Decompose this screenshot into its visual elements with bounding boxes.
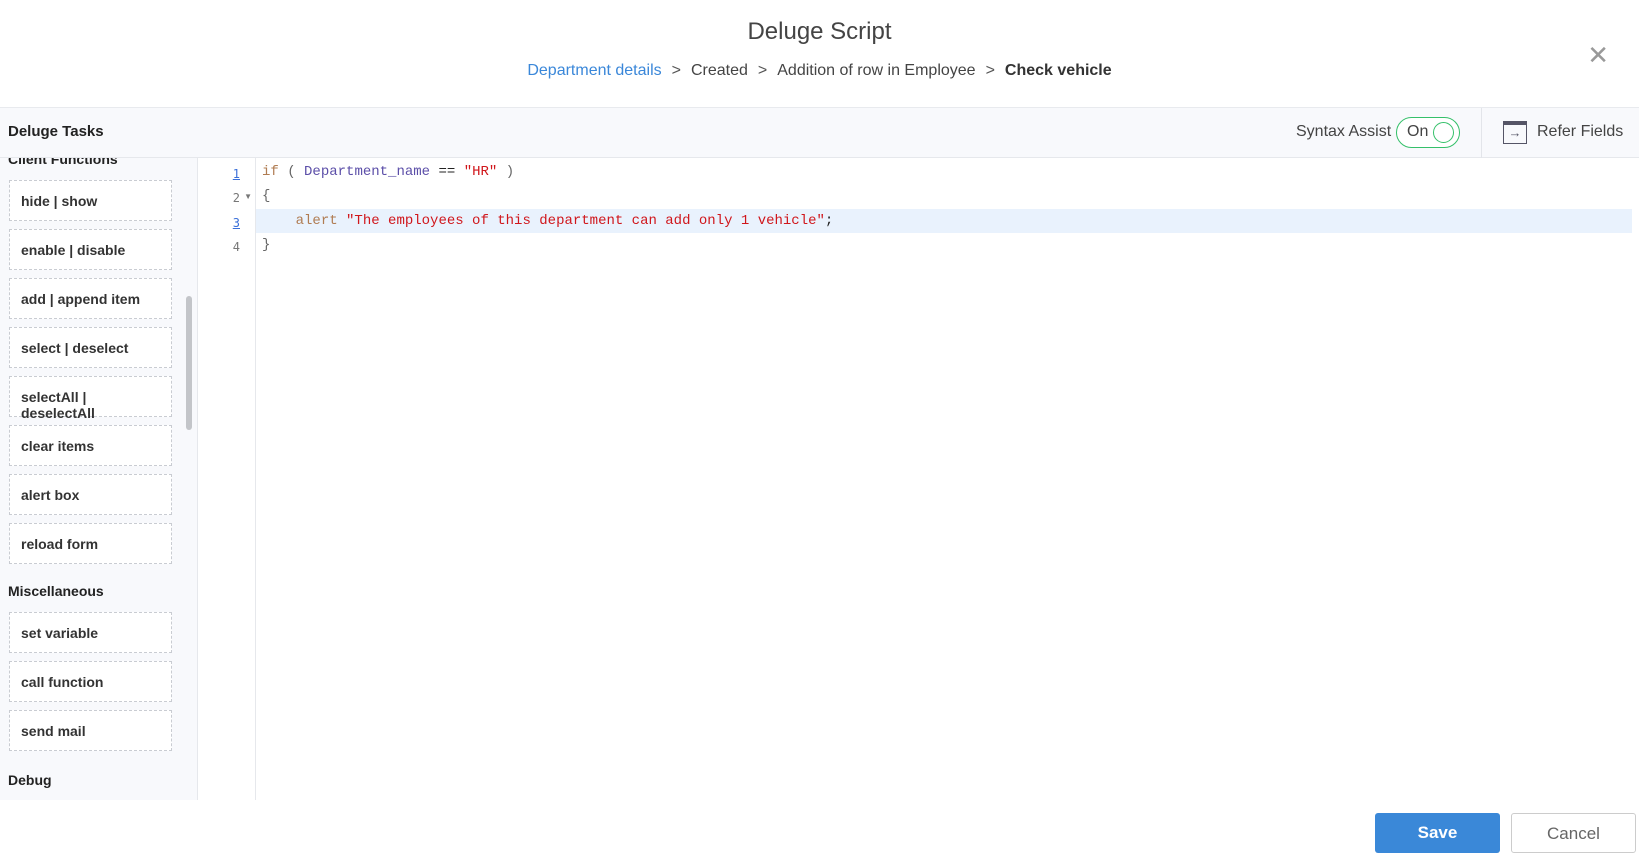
refer-fields-icon: → — [1503, 120, 1527, 144]
task-reload-form[interactable]: reload form — [9, 523, 172, 564]
keyword: alert — [295, 213, 338, 229]
breadcrumb: Department details > Created > Addition of r… — [0, 62, 1639, 80]
operator: == — [438, 164, 456, 180]
save-button[interactable]: Save — [1375, 813, 1500, 853]
code-line[interactable]: { — [256, 184, 1632, 208]
code-line[interactable]: if ( Department_name == "HR" ) — [256, 160, 1632, 184]
task-set-variable[interactable]: set variable — [9, 612, 172, 653]
brace: { — [262, 188, 271, 204]
toggle-state: On — [1407, 123, 1429, 140]
chevron-right-icon: > — [985, 62, 995, 79]
fold-arrow-icon[interactable]: ▼ — [244, 192, 252, 201]
code-editor[interactable]: if ( Department_name == "HR" ) { alert "… — [256, 158, 1639, 800]
task-send-mail[interactable]: send mail — [9, 710, 172, 751]
divider — [1481, 108, 1482, 158]
task-alert-box[interactable]: alert box — [9, 474, 172, 515]
toggle-knob — [1433, 122, 1454, 143]
paren: ) — [505, 164, 515, 180]
breadcrumb-check-vehicle: Check vehicle — [1004, 62, 1112, 79]
variable: Department_name — [304, 164, 431, 180]
task-hide-show[interactable]: hide | show — [9, 180, 172, 221]
sidebar-scrollbar[interactable] — [186, 296, 192, 430]
toolbar: Deluge Tasks Syntax Assist On → Refer Fi… — [0, 108, 1639, 158]
deluge-tasks-title: Deluge Tasks — [8, 123, 104, 140]
breadcrumb-department-details[interactable]: Department details — [527, 62, 661, 79]
cancel-button[interactable]: Cancel — [1511, 813, 1636, 853]
syntax-assist-label: Syntax Assist — [1296, 123, 1392, 140]
line-number: 4 — [232, 240, 240, 254]
chevron-right-icon: > — [757, 62, 768, 79]
breadcrumb-addition-of-row: Addition of row in Employee — [777, 62, 976, 79]
code-line-active[interactable]: alert "The employees of this department … — [256, 209, 1632, 233]
string: "The employees of this department can ad… — [346, 213, 825, 229]
line-number[interactable]: 1 — [233, 167, 240, 181]
task-enable-disable[interactable]: enable | disable — [9, 229, 172, 270]
task-add-append-item[interactable]: add | append item — [9, 278, 172, 319]
chevron-right-icon: > — [671, 62, 681, 79]
line-number-gutter: 1 2 ▼ 3 4 — [198, 158, 256, 800]
task-select-deselect[interactable]: select | deselect — [9, 327, 172, 368]
line-number[interactable]: 3 — [233, 216, 240, 230]
section-miscellaneous: Miscellaneous — [8, 583, 104, 599]
section-client-functions: Client Functions — [8, 158, 118, 167]
close-icon[interactable]: ✕ — [1587, 40, 1609, 71]
refer-fields-button[interactable]: → Refer Fields — [1503, 117, 1623, 147]
brace: } — [262, 237, 271, 253]
keyword: if — [262, 164, 279, 180]
paren: ( — [287, 164, 296, 180]
refer-fields-label: Refer Fields — [1537, 123, 1624, 140]
task-clear-items[interactable]: clear items — [9, 425, 172, 466]
task-call-function[interactable]: call function — [9, 661, 172, 702]
section-debug: Debug — [8, 772, 52, 788]
dialog-title: Deluge Script — [747, 18, 892, 45]
semicolon: ; — [824, 213, 834, 229]
breadcrumb-created: Created — [690, 62, 748, 79]
string: "HR" — [463, 164, 498, 180]
line-number: 2 — [232, 191, 240, 205]
dialog-header: Deluge Script Department details > Created… — [0, 0, 1639, 108]
code-line[interactable]: } — [256, 233, 1632, 257]
deluge-tasks-sidebar: Client Functions hide | show enable | di… — [0, 158, 198, 800]
task-selectall-deselectall[interactable]: selectAll | deselectAll — [9, 376, 172, 421]
syntax-assist-toggle[interactable]: On — [1396, 117, 1460, 148]
